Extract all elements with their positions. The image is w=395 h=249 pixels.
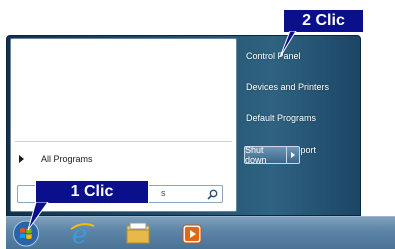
expand-arrow-icon: [19, 155, 24, 163]
step-1-callout: 1 Clic: [35, 180, 149, 204]
shutdown-button[interactable]: Shut down: [244, 145, 300, 165]
search-icon[interactable]: [207, 189, 218, 200]
all-programs-label: All Programs: [41, 154, 93, 164]
media-player-icon[interactable]: [178, 220, 206, 247]
chevron-right-icon: [291, 152, 295, 158]
search-text: s: [161, 188, 166, 198]
cursor-pointer-icon: [279, 31, 297, 58]
internet-explorer-icon[interactable]: e: [68, 220, 96, 247]
shutdown-label: Shut down: [245, 145, 267, 165]
step-2-callout: 2 Clic: [283, 9, 364, 33]
taskbar: e: [6, 216, 395, 249]
default-programs-item[interactable]: Default Programs: [246, 113, 316, 123]
shutdown-options-button[interactable]: [286, 147, 299, 163]
all-programs-item[interactable]: All Programs: [19, 150, 93, 168]
programs-divider: [15, 141, 232, 142]
cursor-pointer-icon: [27, 202, 49, 231]
file-explorer-icon[interactable]: [124, 220, 152, 247]
devices-and-printers-item[interactable]: Devices and Printers: [246, 82, 329, 92]
